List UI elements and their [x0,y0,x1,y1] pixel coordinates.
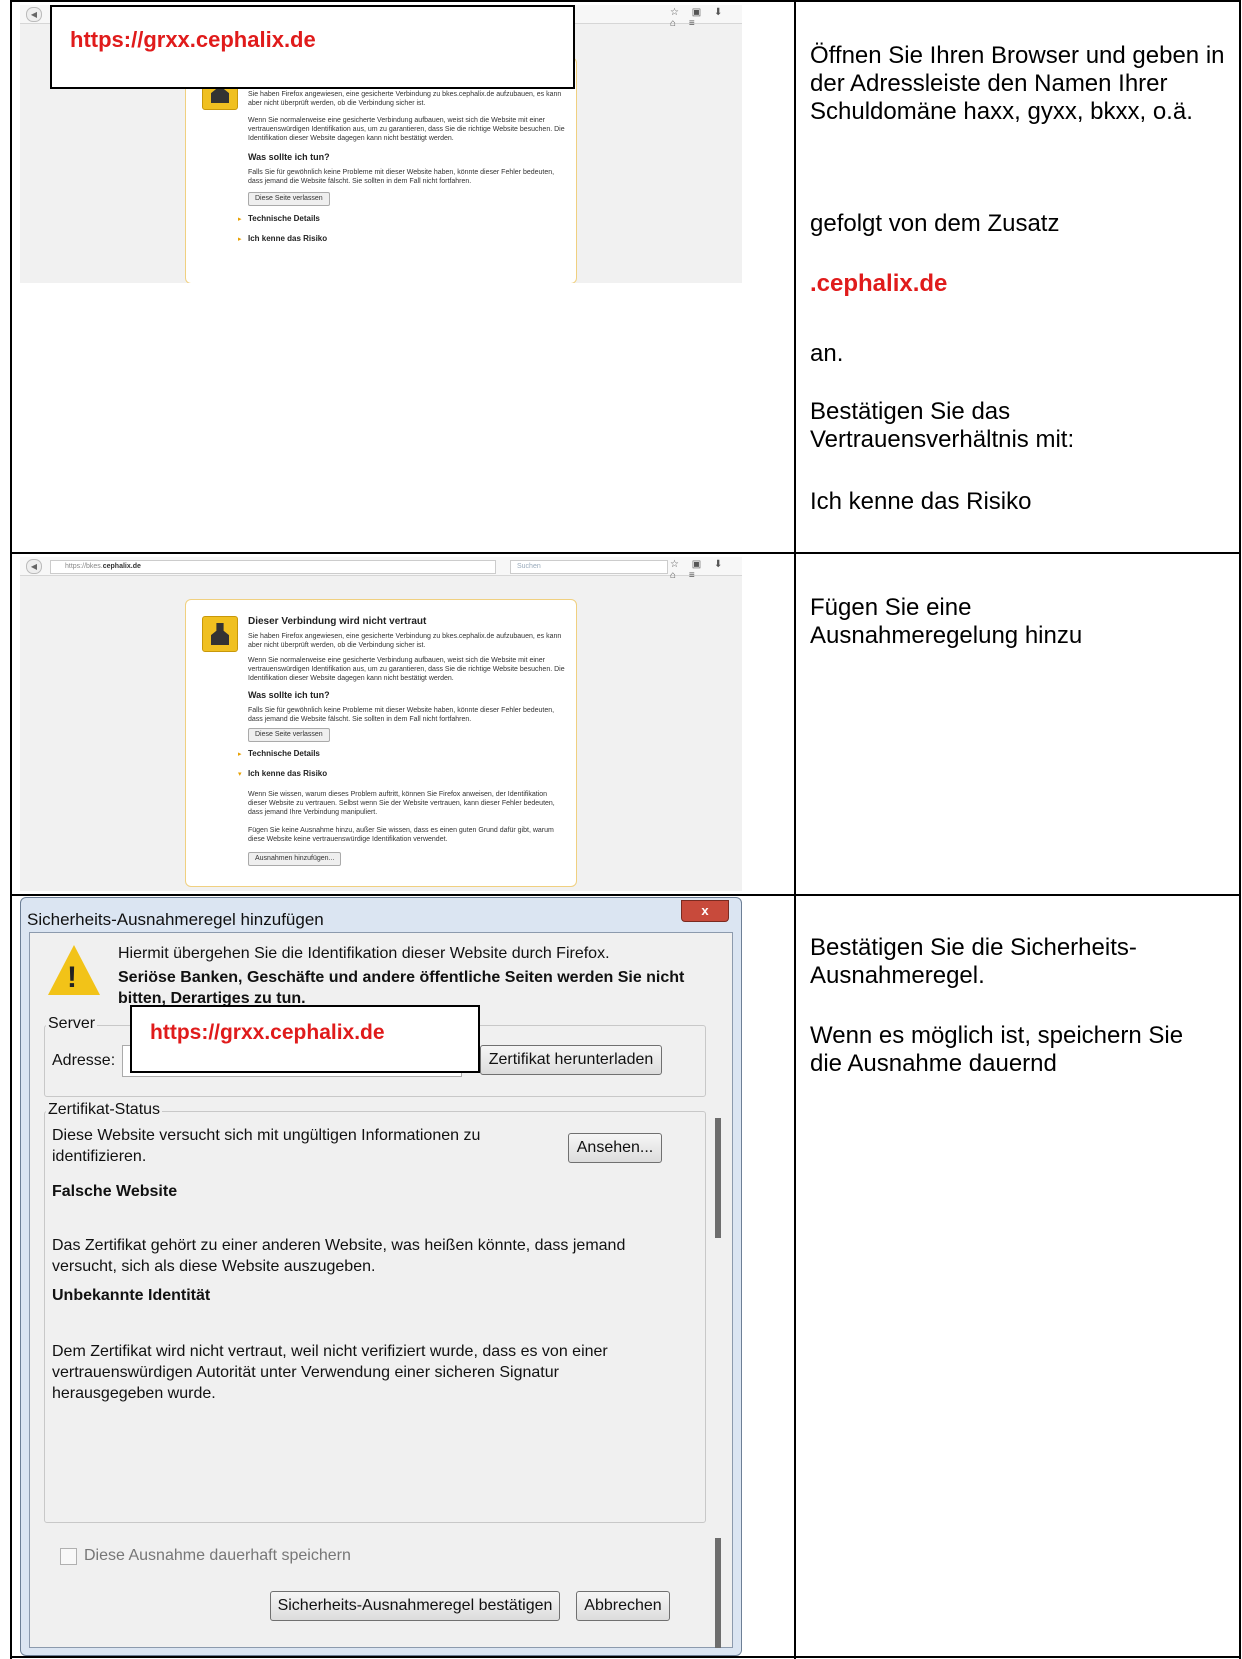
table-border-top [10,0,1241,2]
error-card: Dieser Verbindung wird nicht vertraut Si… [185,599,577,887]
error-card: Dieser Verbindung wird nicht vertraut Si… [185,57,577,283]
dialog-warning: Seriöse Banken, Geschäfte und andere öff… [118,969,685,1007]
i-know-the-risk-link[interactable]: Ich kenne das Risiko [248,769,327,778]
instruction-text: Fügen Sie eine Ausnahmeregelung hinzu [810,594,1083,649]
view-certificate-button[interactable]: Ansehen... [568,1133,662,1163]
back-icon[interactable]: ◀ [26,559,42,574]
instruction-text: Ich kenne das Risiko [810,488,1032,515]
unknown-identity-text: Dem Zertifikat wird nicht vertraut, weil… [52,1343,608,1402]
expand-arrow-icon: ▾ [238,771,242,778]
i-know-the-risk-link[interactable]: Ich kenne das Risiko [248,234,327,243]
wrong-site-text: Das Zertifikat gehört zu einer anderen W… [52,1237,626,1275]
risk-text-2: Fügen Sie keine Ausnahme hinzu, außer Si… [248,827,554,843]
dialog-frame-edge [715,1538,721,1648]
leave-page-button[interactable]: Diese Seite verlassen [248,192,330,206]
toolbar-icons: ☆ ▣ ⬇ ⌂ ≡ [670,559,728,581]
dialog-frame-edge [715,1118,721,1238]
instruction-text: gefolgt von dem Zusatz [810,210,1060,237]
instruction-text: an. [810,340,844,367]
address-bar[interactable]: https://bkes.cephalix.de [50,560,496,574]
close-icon[interactable]: x [681,900,729,922]
dialog-intro: Hiermit übergehen Sie die Identifikation… [118,945,610,962]
leave-page-button[interactable]: Diese Seite verlassen [248,728,330,742]
what-to-do-title: Was sollte ich tun? [248,690,330,700]
technical-details-link[interactable]: Technische Details [248,214,320,223]
cancel-button[interactable]: Abbrechen [576,1591,670,1621]
what-to-do-text: Falls Sie für gewöhnlich keine Probleme … [248,707,555,723]
certificate-status-label: Zertifikat-Status [46,1101,163,1119]
error-text-1: Sie haben Firefox angewiesen, eine gesic… [248,633,562,649]
security-warning-icon [202,616,238,652]
browser-screenshot-2: ◀ https://bkes.cephalix.de Suchen ☆ ▣ ⬇ … [20,557,742,891]
unknown-identity-title: Unbekannte Identität [52,1287,211,1304]
table-border-left [10,0,12,1659]
permanent-exception-label: Diese Ausnahme dauerhaft speichern [84,1547,351,1564]
dialog-title: Sicherheits-Ausnahmeregel hinzufügen [27,910,324,929]
error-title: Dieser Verbindung wird nicht vertraut [248,616,427,627]
certificate-status-group [44,1111,706,1523]
add-exception-button[interactable]: Ausnahmen hinzufügen... [248,852,342,866]
address-label: Adresse: [52,1052,116,1069]
error-text-1: Sie haben Firefox angewiesen, eine gesic… [248,91,562,107]
wrong-site-title: Falsche Website [52,1183,178,1200]
instruction-text: Bestätigen Sie das Vertrauensverhältnis … [810,398,1075,453]
expand-arrow-icon: ▸ [238,751,242,758]
table-row-divider-2 [10,894,1241,896]
instruction-text: Öffnen Sie Ihren Browser und geben in de… [810,42,1225,125]
url-callout: https://grxx.cephalix.de [130,1005,480,1073]
back-icon[interactable]: ◀ [26,7,42,22]
expand-arrow-icon: ▸ [238,236,242,243]
browser-toolbar: ◀ https://bkes.cephalix.de Suchen ☆ ▣ ⬇ … [20,557,742,581]
instruction-text: Wenn es möglich ist, speichern Sie die A… [810,1022,1184,1077]
technical-details-link[interactable]: Technische Details [248,749,320,758]
table-row-divider-1 [10,552,1241,554]
instruction-text: Bestätigen Sie die Sicherheits-Ausnahmer… [810,934,1137,989]
toolbar-icons: ☆ ▣ ⬇ ⌂ ≡ [670,7,728,29]
table-column-divider [794,0,796,1659]
risk-text-1: Wenn Sie wissen, warum dieses Problem au… [248,791,555,816]
table-border-bottom [10,1656,1241,1658]
table-border-right [1239,0,1241,1659]
permanent-exception-checkbox[interactable] [60,1548,77,1565]
what-to-do-title: Was sollte ich tun? [248,152,330,162]
search-field[interactable]: Suchen [510,560,668,574]
error-text-2: Wenn Sie normalerweise eine gesicherte V… [248,657,565,682]
expand-arrow-icon: ▸ [238,216,242,223]
what-to-do-text: Falls Sie für gewöhnlich keine Probleme … [248,169,555,185]
error-text-2: Wenn Sie normalerweise eine gesicherte V… [248,117,565,142]
url-callout: https://grxx.cephalix.de [50,5,575,89]
certificate-status-text: Diese Website versucht sich mit ungültig… [52,1127,481,1165]
exclamation-icon: ! [67,961,77,994]
server-group-label: Server [46,1015,98,1033]
confirm-exception-button[interactable]: Sicherheits-Ausnahmeregel bestätigen [270,1591,560,1621]
domain-suffix: .cephalix.de [810,270,948,297]
download-certificate-button[interactable]: Zertifikat herunterladen [480,1045,662,1075]
